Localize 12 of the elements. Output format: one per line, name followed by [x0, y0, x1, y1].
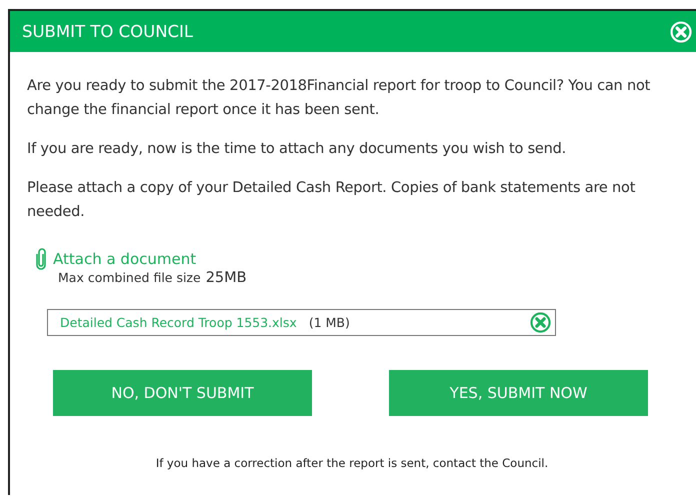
- dialog-title: SUBMIT TO COUNCIL: [22, 22, 194, 41]
- footer-note: If you have a correction after the report is sent, contact the Council.: [154, 456, 550, 470]
- submit-button[interactable]: YES, SUBMIT NOW: [389, 370, 648, 416]
- file-size: (1 MB): [308, 315, 350, 330]
- message-text: Please attach a copy of your Detailed Cash Report. Copies of bank statements are not needed.: [27, 179, 636, 222]
- cancel-button[interactable]: NO, DON'T SUBMIT: [53, 370, 312, 416]
- message-text: If you are ready, now is the time to attach any documents you wish to send.: [27, 140, 568, 159]
- size-limit-label: Max combined file size: [58, 270, 201, 285]
- message-text: Are you ready to submit the 2017-2018Financial report for troop to Council? You can not change the financial report once it has been sent.: [27, 77, 652, 120]
- file-link[interactable]: Detailed Cash Record Troop 1553.xlsx: [60, 315, 297, 330]
- size-limit-value: 25MB: [206, 270, 247, 286]
- attach-link[interactable]: Attach a document: [53, 250, 196, 268]
